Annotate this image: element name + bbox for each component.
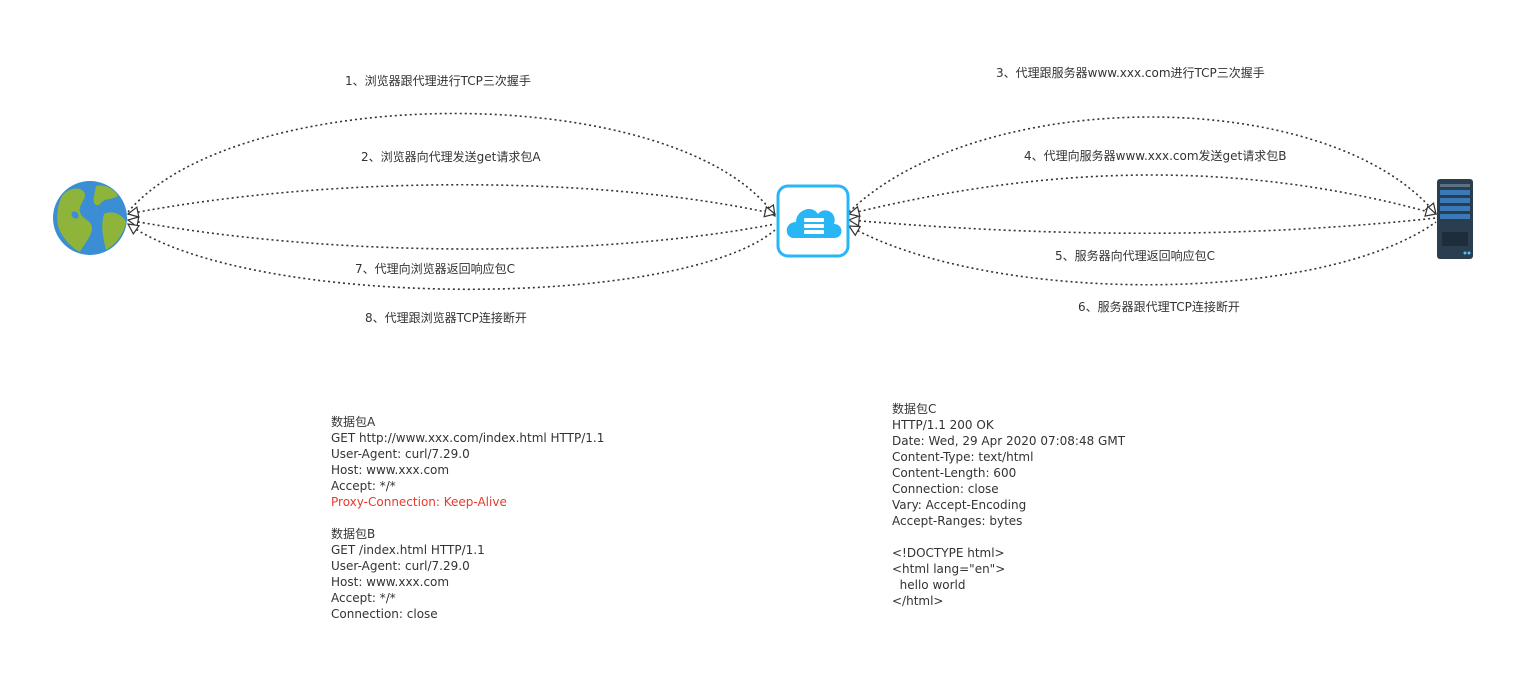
connector-7: [128, 220, 776, 250]
packet-c-line: Accept-Ranges: bytes: [892, 514, 1023, 528]
packet-b-text: 数据包B GET /index.html HTTP/1.1 User-Agent…: [331, 526, 485, 622]
connector-8: [128, 224, 776, 291]
connector-5: [849, 218, 1437, 235]
packet-b-line: Connection: close: [331, 607, 438, 621]
packet-b-line: User-Agent: curl/7.29.0: [331, 559, 470, 573]
packet-b-line: GET /index.html HTTP/1.1: [331, 543, 485, 557]
edge-label-8: 8、代理跟浏览器TCP连接断开: [365, 311, 527, 325]
packet-b-line: Accept: */*: [331, 591, 396, 605]
flow-diagram: [53, 112, 1473, 291]
connector-4: [849, 174, 1436, 214]
edge-label-3: 3、代理跟服务器www.xxx.com进行TCP三次握手: [996, 66, 1265, 80]
packet-c-line: Content-Type: text/html: [892, 450, 1034, 464]
packet-a-line: Host: www.xxx.com: [331, 463, 450, 477]
packet-c-text: 数据包C HTTP/1.1 200 OK Date: Wed, 29 Apr 2…: [892, 401, 1125, 609]
edge-label-2: 2、浏览器向代理发送get请求包A: [361, 150, 541, 164]
cloud-server-icon: [776, 184, 850, 258]
packet-b-line: 数据包B: [331, 527, 376, 541]
packet-c-body-line: </html>: [892, 594, 944, 608]
packet-a-line: User-Agent: curl/7.29.0: [331, 447, 470, 461]
edge-label-6: 6、服务器跟代理TCP连接断开: [1078, 300, 1240, 314]
packet-c-spacer: [892, 529, 1125, 545]
proxy-connection-header: Proxy-Connection: Keep-Alive: [331, 495, 507, 509]
packet-c-line: Vary: Accept-Encoding: [892, 498, 1027, 512]
packet-a-line: Accept: */*: [331, 479, 396, 493]
edge-label-1: 1、浏览器跟代理进行TCP三次握手: [345, 74, 531, 88]
packet-a-text: 数据包A GET http://www.xxx.com/index.html H…: [331, 414, 604, 510]
packet-c-body-line: hello world: [892, 578, 966, 592]
packet-b-line: Host: www.xxx.com: [331, 575, 450, 589]
packet-c-line: Connection: close: [892, 482, 999, 496]
edge-label-7: 7、代理向浏览器返回响应包C: [355, 262, 516, 276]
packet-c-body-line: <html lang="en">: [892, 562, 1006, 576]
globe-icon: [53, 181, 127, 255]
packet-c-line: HTTP/1.1 200 OK: [892, 418, 994, 432]
packet-a-line: 数据包A: [331, 415, 376, 429]
packet-c-line: Content-Length: 600: [892, 466, 1017, 480]
packet-a-line: GET http://www.xxx.com/index.html HTTP/1…: [331, 431, 605, 445]
connector-3: [848, 116, 1436, 214]
server-rack-icon: [1437, 179, 1473, 259]
packet-c-line: 数据包C: [892, 402, 937, 416]
edge-label-4: 4、代理向服务器www.xxx.com发送get请求包B: [1024, 149, 1287, 163]
edge-label-5: 5、服务器向代理返回响应包C: [1055, 249, 1216, 263]
connector-2: [128, 183, 775, 214]
packet-c-line: Date: Wed, 29 Apr 2020 07:08:48 GMT: [892, 434, 1126, 448]
packet-c-body-line: <!DOCTYPE html>: [892, 546, 1005, 560]
